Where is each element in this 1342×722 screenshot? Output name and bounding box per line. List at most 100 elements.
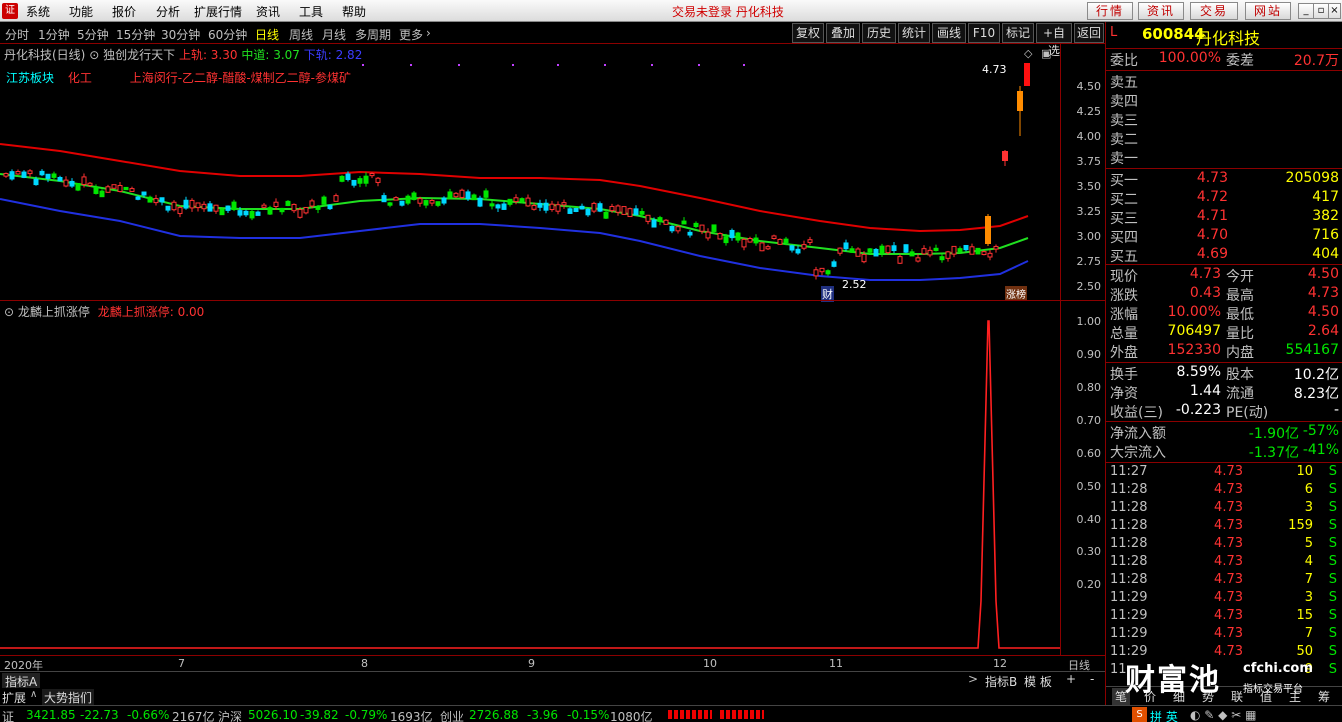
- indicator-dropdown-icon[interactable]: ⊙: [89, 48, 99, 62]
- bid-label: 买一: [1110, 173, 1138, 189]
- period-15min[interactable]: 15分钟: [116, 26, 155, 43]
- candle-body: [957, 248, 963, 253]
- weibi-label: 委比: [1110, 53, 1138, 69]
- period-multi[interactable]: 多周期: [355, 26, 391, 43]
- bid-row[interactable]: 买三 4.71 382: [1106, 208, 1342, 227]
- menu-help[interactable]: 帮助: [342, 3, 366, 20]
- add-watchlist-button[interactable]: +自选: [1036, 23, 1072, 58]
- stock-header: L 600844 丹化科技: [1106, 24, 1342, 48]
- quote-panel: L 600844 丹化科技 委比 100.00% 委差 20.7万 卖五 卖四 卖三…: [1105, 22, 1342, 705]
- menu-function[interactable]: 功能: [69, 3, 93, 20]
- menu-tools[interactable]: 工具: [299, 3, 323, 20]
- candle-body: [585, 208, 591, 216]
- statistics-button[interactable]: 统计: [898, 23, 930, 43]
- news-button[interactable]: 资讯: [1138, 2, 1184, 20]
- period-more[interactable]: 更多: [399, 26, 423, 43]
- mark-button[interactable]: 标记: [1002, 23, 1034, 43]
- history-button[interactable]: 历史: [862, 23, 896, 43]
- candle-body: [189, 199, 195, 209]
- weicha-label: 委差: [1226, 53, 1254, 69]
- period-weekly[interactable]: 周线: [289, 26, 313, 43]
- adjust-button[interactable]: 复权: [792, 23, 824, 43]
- draw-line-button[interactable]: 画线: [932, 23, 966, 43]
- share-stat-row: 收益(三) -0.223 PE(动) -: [1106, 402, 1342, 421]
- panel-tab[interactable]: 筹: [1315, 688, 1333, 705]
- candle-body: [105, 186, 111, 193]
- bid-row[interactable]: 买一 4.73 205098: [1106, 170, 1342, 189]
- zoom-out-button[interactable]: -: [1090, 672, 1094, 686]
- more-arrow-icon[interactable]: ›: [426, 26, 431, 40]
- candle-body: [891, 245, 897, 252]
- kline-chart-area[interactable]: 丹化科技(日线) ⊙ 独创龙行天下 上轨: 3.30 中道: 3.07 下轨: …: [0, 44, 1060, 302]
- input-method-label[interactable]: 拼 英: [1150, 708, 1178, 722]
- limit-up-badge[interactable]: 涨榜: [1005, 286, 1027, 301]
- tray-icons[interactable]: ◐ ✎ ◆ ✂ ▦: [1190, 708, 1256, 722]
- ask-row[interactable]: 卖四: [1106, 91, 1342, 110]
- indicator-dropdown-icon[interactable]: ⊙: [4, 305, 14, 319]
- candle-body: [75, 183, 81, 191]
- period-monthly[interactable]: 月线: [322, 26, 346, 43]
- bid-row[interactable]: 买四 4.70 716: [1106, 227, 1342, 246]
- indicator-chart-area[interactable]: ⊙ 龙麟上抓涨停 龙麟上抓涨停: 0.00: [0, 300, 1060, 655]
- ask-row[interactable]: 卖五: [1106, 72, 1342, 91]
- trade-button[interactable]: 交易: [1190, 2, 1238, 20]
- sh-label[interactable]: 证: [2, 708, 14, 722]
- menu-analysis[interactable]: 分析: [156, 3, 180, 20]
- indicator-name[interactable]: 独创龙行天下: [103, 48, 175, 62]
- overlay-button[interactable]: 叠加: [826, 23, 860, 43]
- candle-body: [1024, 63, 1030, 86]
- time-tick: 11: [829, 657, 843, 670]
- share-stat-value: 1.44: [1189, 383, 1221, 399]
- period-30min[interactable]: 30分钟: [161, 26, 200, 43]
- website-button[interactable]: 网站: [1245, 2, 1291, 20]
- period-5min[interactable]: 5分钟: [77, 26, 109, 43]
- bid-row[interactable]: 买二 4.72 417: [1106, 189, 1342, 208]
- zoom-in-button[interactable]: +: [1066, 672, 1076, 686]
- panel-toggle-icon[interactable]: ▣: [1041, 47, 1051, 60]
- diamond-icon[interactable]: ◇: [1024, 47, 1032, 60]
- expand-tab[interactable]: 扩展: [2, 689, 26, 706]
- menu-quote[interactable]: 报价: [112, 3, 136, 20]
- period-tick[interactable]: 分时: [5, 26, 29, 43]
- input-method-icon[interactable]: S: [1132, 707, 1147, 722]
- stat-label: 量比: [1226, 326, 1254, 342]
- period-daily[interactable]: 日线: [255, 26, 279, 43]
- sector-region[interactable]: 江苏板块: [6, 71, 54, 85]
- ask-row[interactable]: 卖二: [1106, 129, 1342, 148]
- candle-body: [165, 205, 171, 211]
- candle-body: [369, 173, 375, 177]
- menu-extended-market[interactable]: 扩展行情: [194, 3, 242, 20]
- sector-industry[interactable]: 化工: [68, 71, 92, 85]
- signal-dot: [362, 64, 364, 66]
- expand-arrow-icon[interactable]: ∧: [30, 689, 37, 700]
- candle-body: [759, 242, 765, 252]
- bid-row[interactable]: 买五 4.69 404: [1106, 246, 1342, 265]
- f10-button[interactable]: F10: [968, 23, 1000, 43]
- candle-body: [81, 176, 87, 185]
- indicator-title[interactable]: 龙麟上抓涨停: [18, 305, 90, 319]
- market-tab[interactable]: 大势指们: [42, 689, 95, 706]
- menu-system[interactable]: 系统: [26, 3, 50, 20]
- period-1min[interactable]: 1分钟: [38, 26, 70, 43]
- restore-icon[interactable]: ▫: [1313, 3, 1329, 19]
- back-button[interactable]: 返回: [1074, 23, 1104, 43]
- sector-concepts[interactable]: 上海闵行-乙二醇-醋酸-煤制乙二醇-参煤矿: [130, 71, 351, 85]
- candle-body: [207, 203, 213, 212]
- cy-label[interactable]: 创业: [440, 708, 464, 722]
- stat-label: 外盘: [1110, 345, 1138, 361]
- ask-row[interactable]: 卖一: [1106, 148, 1342, 167]
- candle-body: [405, 195, 411, 204]
- sz-label[interactable]: 沪深: [218, 708, 242, 722]
- tick-row: 11:28 4.73 159 S: [1106, 518, 1342, 536]
- menu-news[interactable]: 资讯: [256, 3, 280, 20]
- candle-body: [765, 246, 771, 250]
- close-icon[interactable]: ×: [1328, 3, 1341, 19]
- period-60min[interactable]: 60分钟: [208, 26, 247, 43]
- stat-label: 涨跌: [1110, 288, 1138, 304]
- ask-row[interactable]: 卖三: [1106, 110, 1342, 129]
- candle-body: [507, 198, 513, 205]
- minimize-icon[interactable]: _: [1298, 3, 1314, 19]
- tab-scroll-icon[interactable]: >: [968, 672, 978, 686]
- candle-body: [429, 199, 435, 204]
- market-button[interactable]: 行情: [1087, 2, 1133, 20]
